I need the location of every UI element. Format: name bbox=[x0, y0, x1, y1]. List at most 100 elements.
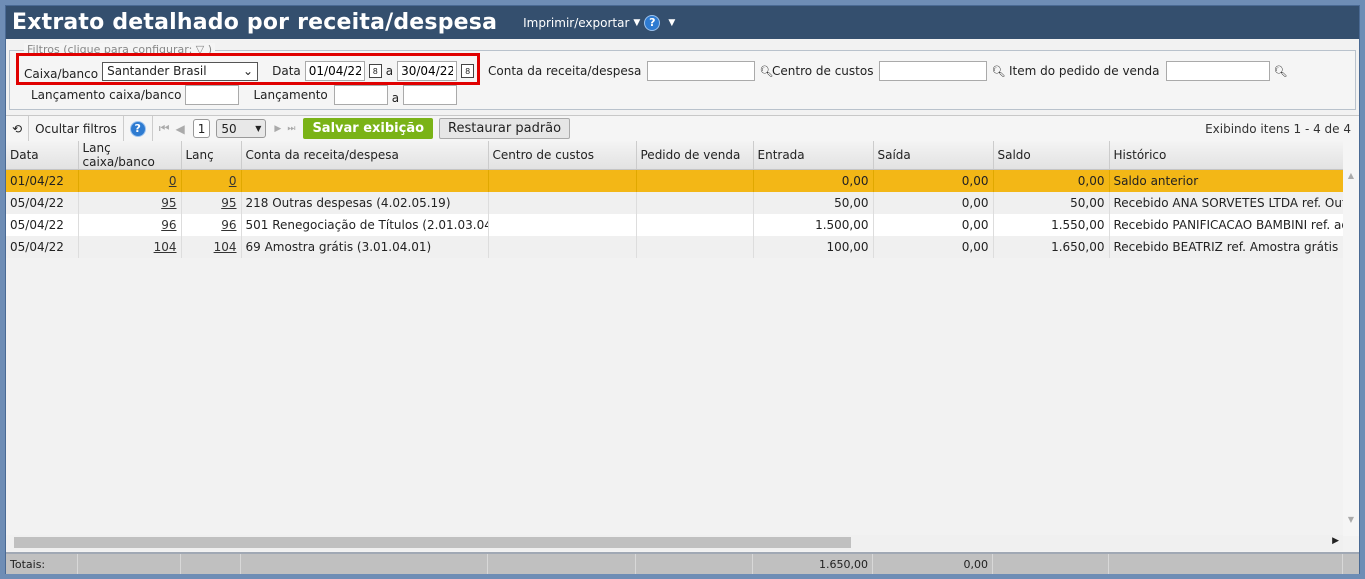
centro-input[interactable] bbox=[879, 61, 988, 81]
help-button[interactable]: ? bbox=[124, 115, 153, 142]
column-header[interactable]: Histórico bbox=[1109, 141, 1344, 170]
column-header[interactable]: Lanç caixa/banco bbox=[78, 141, 182, 170]
prev-page-icon[interactable]: ◀ bbox=[176, 122, 185, 136]
cell-pedido bbox=[636, 235, 754, 258]
caret-down-icon[interactable]: ▼ bbox=[668, 18, 675, 28]
cell-lcb: 96 bbox=[78, 213, 182, 236]
lanc-cb-input[interactable] bbox=[185, 85, 240, 105]
refresh-icon[interactable]: ⟲ bbox=[6, 115, 30, 142]
conta-label: Conta da receita/despesa bbox=[488, 64, 642, 78]
cell-pedido bbox=[636, 169, 754, 192]
column-header[interactable]: Centro de custos bbox=[488, 141, 637, 170]
cell-lcb: 0 bbox=[78, 169, 182, 192]
cell-hist: Recebido PANIFICACAO BAMBINI ref. adia bbox=[1109, 213, 1344, 236]
vertical-scrollbar[interactable]: ▲ ▼ bbox=[1343, 141, 1359, 536]
cell-saldo: 50,00 bbox=[993, 191, 1110, 214]
column-header[interactable]: Conta da receita/despesa bbox=[241, 141, 489, 170]
search-icon[interactable]: 🔍︎ bbox=[1274, 65, 1288, 78]
caret-down-icon: ▼ bbox=[633, 17, 641, 28]
cell-conta: 69 Amostra grátis (3.01.04.01) bbox=[241, 235, 489, 258]
data-grid: Data Lanç caixa/banco Lanç Conta da receita… bbox=[6, 141, 1344, 258]
search-icon[interactable]: 🔍︎ bbox=[991, 65, 1005, 78]
page-number[interactable]: 1 bbox=[192, 119, 211, 138]
cell-entrada: 50,00 bbox=[753, 191, 874, 214]
totals-label: Totais: bbox=[6, 554, 78, 574]
entry-link[interactable]: 0 bbox=[229, 174, 237, 188]
cell-data: 05/04/22 bbox=[6, 235, 79, 258]
entry-link[interactable]: 95 bbox=[161, 196, 176, 210]
table-row[interactable]: 05/04/22 96 96 501 Renegociação de Títulos … bbox=[6, 213, 1344, 236]
cell-data: 01/04/22 bbox=[6, 169, 79, 192]
cell-hist: Recebido BEATRIZ ref. Amostra grátis bbox=[1109, 235, 1344, 258]
cell-centro bbox=[488, 191, 637, 214]
caret-down-icon: ▼ bbox=[255, 124, 262, 133]
cell-pedido bbox=[636, 191, 754, 214]
export-menu[interactable]: Imprimir/exportar ▼ bbox=[523, 16, 640, 30]
lanc-sep: a bbox=[391, 91, 400, 105]
next-page-icon[interactable]: ▶ bbox=[274, 124, 281, 134]
last-page-icon[interactable]: ⏭ bbox=[287, 124, 295, 134]
save-view-button[interactable]: Salvar exibição bbox=[303, 118, 434, 139]
cell-conta: 501 Renegociação de Títulos (2.01.03.04) bbox=[241, 213, 489, 236]
lanc-from-input[interactable] bbox=[333, 85, 388, 105]
cell-centro bbox=[488, 213, 637, 236]
cell-entrada: 1.500,00 bbox=[753, 213, 874, 236]
cell-entrada: 0,00 bbox=[753, 169, 874, 192]
hide-filters-button[interactable]: Ocultar filtros bbox=[29, 115, 124, 142]
totals-saida: 0,00 bbox=[873, 554, 993, 574]
column-header[interactable]: Lanç bbox=[181, 141, 242, 170]
restore-default-button[interactable]: Restaurar padrão bbox=[439, 118, 571, 139]
lanc-cb-label: Lançamento caixa/banco bbox=[31, 88, 182, 102]
cell-lanc: 0 bbox=[181, 169, 242, 192]
column-header[interactable]: Data bbox=[6, 141, 79, 170]
cell-data: 05/04/22 bbox=[6, 191, 79, 214]
cell-saldo: 1.550,00 bbox=[993, 213, 1110, 236]
cell-hist: Saldo anterior bbox=[1109, 169, 1344, 192]
entry-link[interactable]: 0 bbox=[169, 174, 177, 188]
cell-saida: 0,00 bbox=[873, 235, 994, 258]
table-row[interactable]: 05/04/22 104 104 69 Amostra grátis (3.01.04… bbox=[6, 235, 1344, 258]
items-info: Exibindo itens 1 - 4 de 4 bbox=[1205, 121, 1351, 136]
column-header[interactable]: Pedido de venda bbox=[636, 141, 754, 170]
cell-centro bbox=[488, 169, 637, 192]
cell-saldo: 0,00 bbox=[993, 169, 1110, 192]
conta-input[interactable] bbox=[647, 61, 756, 81]
entry-link[interactable]: 96 bbox=[161, 218, 176, 232]
cell-lcb: 95 bbox=[78, 191, 182, 214]
cell-hist: Recebido ANA SORVETES LTDA ref. Outras bbox=[1109, 191, 1344, 214]
column-header[interactable]: Saída bbox=[873, 141, 994, 170]
scroll-thumb[interactable] bbox=[14, 537, 851, 548]
cell-saida: 0,00 bbox=[873, 213, 994, 236]
highlight-box bbox=[16, 53, 480, 85]
first-page-icon[interactable]: ⏮ bbox=[159, 121, 170, 136]
table-row[interactable]: 05/04/22 95 95 218 Outras despesas (4.02.05… bbox=[6, 191, 1344, 214]
lanc-label: Lançamento bbox=[253, 88, 328, 102]
entry-link[interactable]: 104 bbox=[154, 240, 177, 254]
cell-saida: 0,00 bbox=[873, 191, 994, 214]
report-window: Extrato detalhado por receita/despesa Im… bbox=[5, 5, 1360, 574]
entry-link[interactable]: 96 bbox=[221, 218, 236, 232]
totals-entrada: 1.650,00 bbox=[753, 554, 873, 574]
cell-lanc: 96 bbox=[181, 213, 242, 236]
cell-saldo: 1.650,00 bbox=[993, 235, 1110, 258]
cell-lanc: 95 bbox=[181, 191, 242, 214]
export-label: Imprimir/exportar bbox=[523, 15, 630, 30]
entry-link[interactable]: 104 bbox=[214, 240, 237, 254]
page-title: Extrato detalhado por receita/despesa bbox=[12, 10, 498, 35]
cell-lanc: 104 bbox=[181, 235, 242, 258]
column-header[interactable]: Saldo bbox=[993, 141, 1110, 170]
entry-link[interactable]: 95 bbox=[221, 196, 236, 210]
horizontal-scrollbar[interactable]: ▶ bbox=[6, 535, 1343, 551]
cell-conta bbox=[241, 169, 489, 192]
cell-centro bbox=[488, 235, 637, 258]
help-icon[interactable]: ? bbox=[644, 14, 661, 31]
lanc-to-input[interactable] bbox=[403, 85, 458, 105]
table-row[interactable]: 01/04/22 0 0 0,00 0,00 0,00 Saldo anterior bbox=[6, 169, 1344, 192]
column-header[interactable]: Entrada bbox=[753, 141, 874, 170]
page-size-select[interactable]: 50 ▼ bbox=[216, 119, 267, 138]
totals-row: Totais: 1.650,00 0,00 bbox=[6, 552, 1359, 574]
item-input[interactable] bbox=[1165, 61, 1270, 81]
cell-conta: 218 Outras despesas (4.02.05.19) bbox=[241, 191, 489, 214]
cell-lcb: 104 bbox=[78, 235, 182, 258]
grid-toolbar: ⟲ Ocultar filtros ? ⏮ ◀ 1 50 ▼ ▶ ⏭ Salvar… bbox=[6, 115, 1359, 142]
